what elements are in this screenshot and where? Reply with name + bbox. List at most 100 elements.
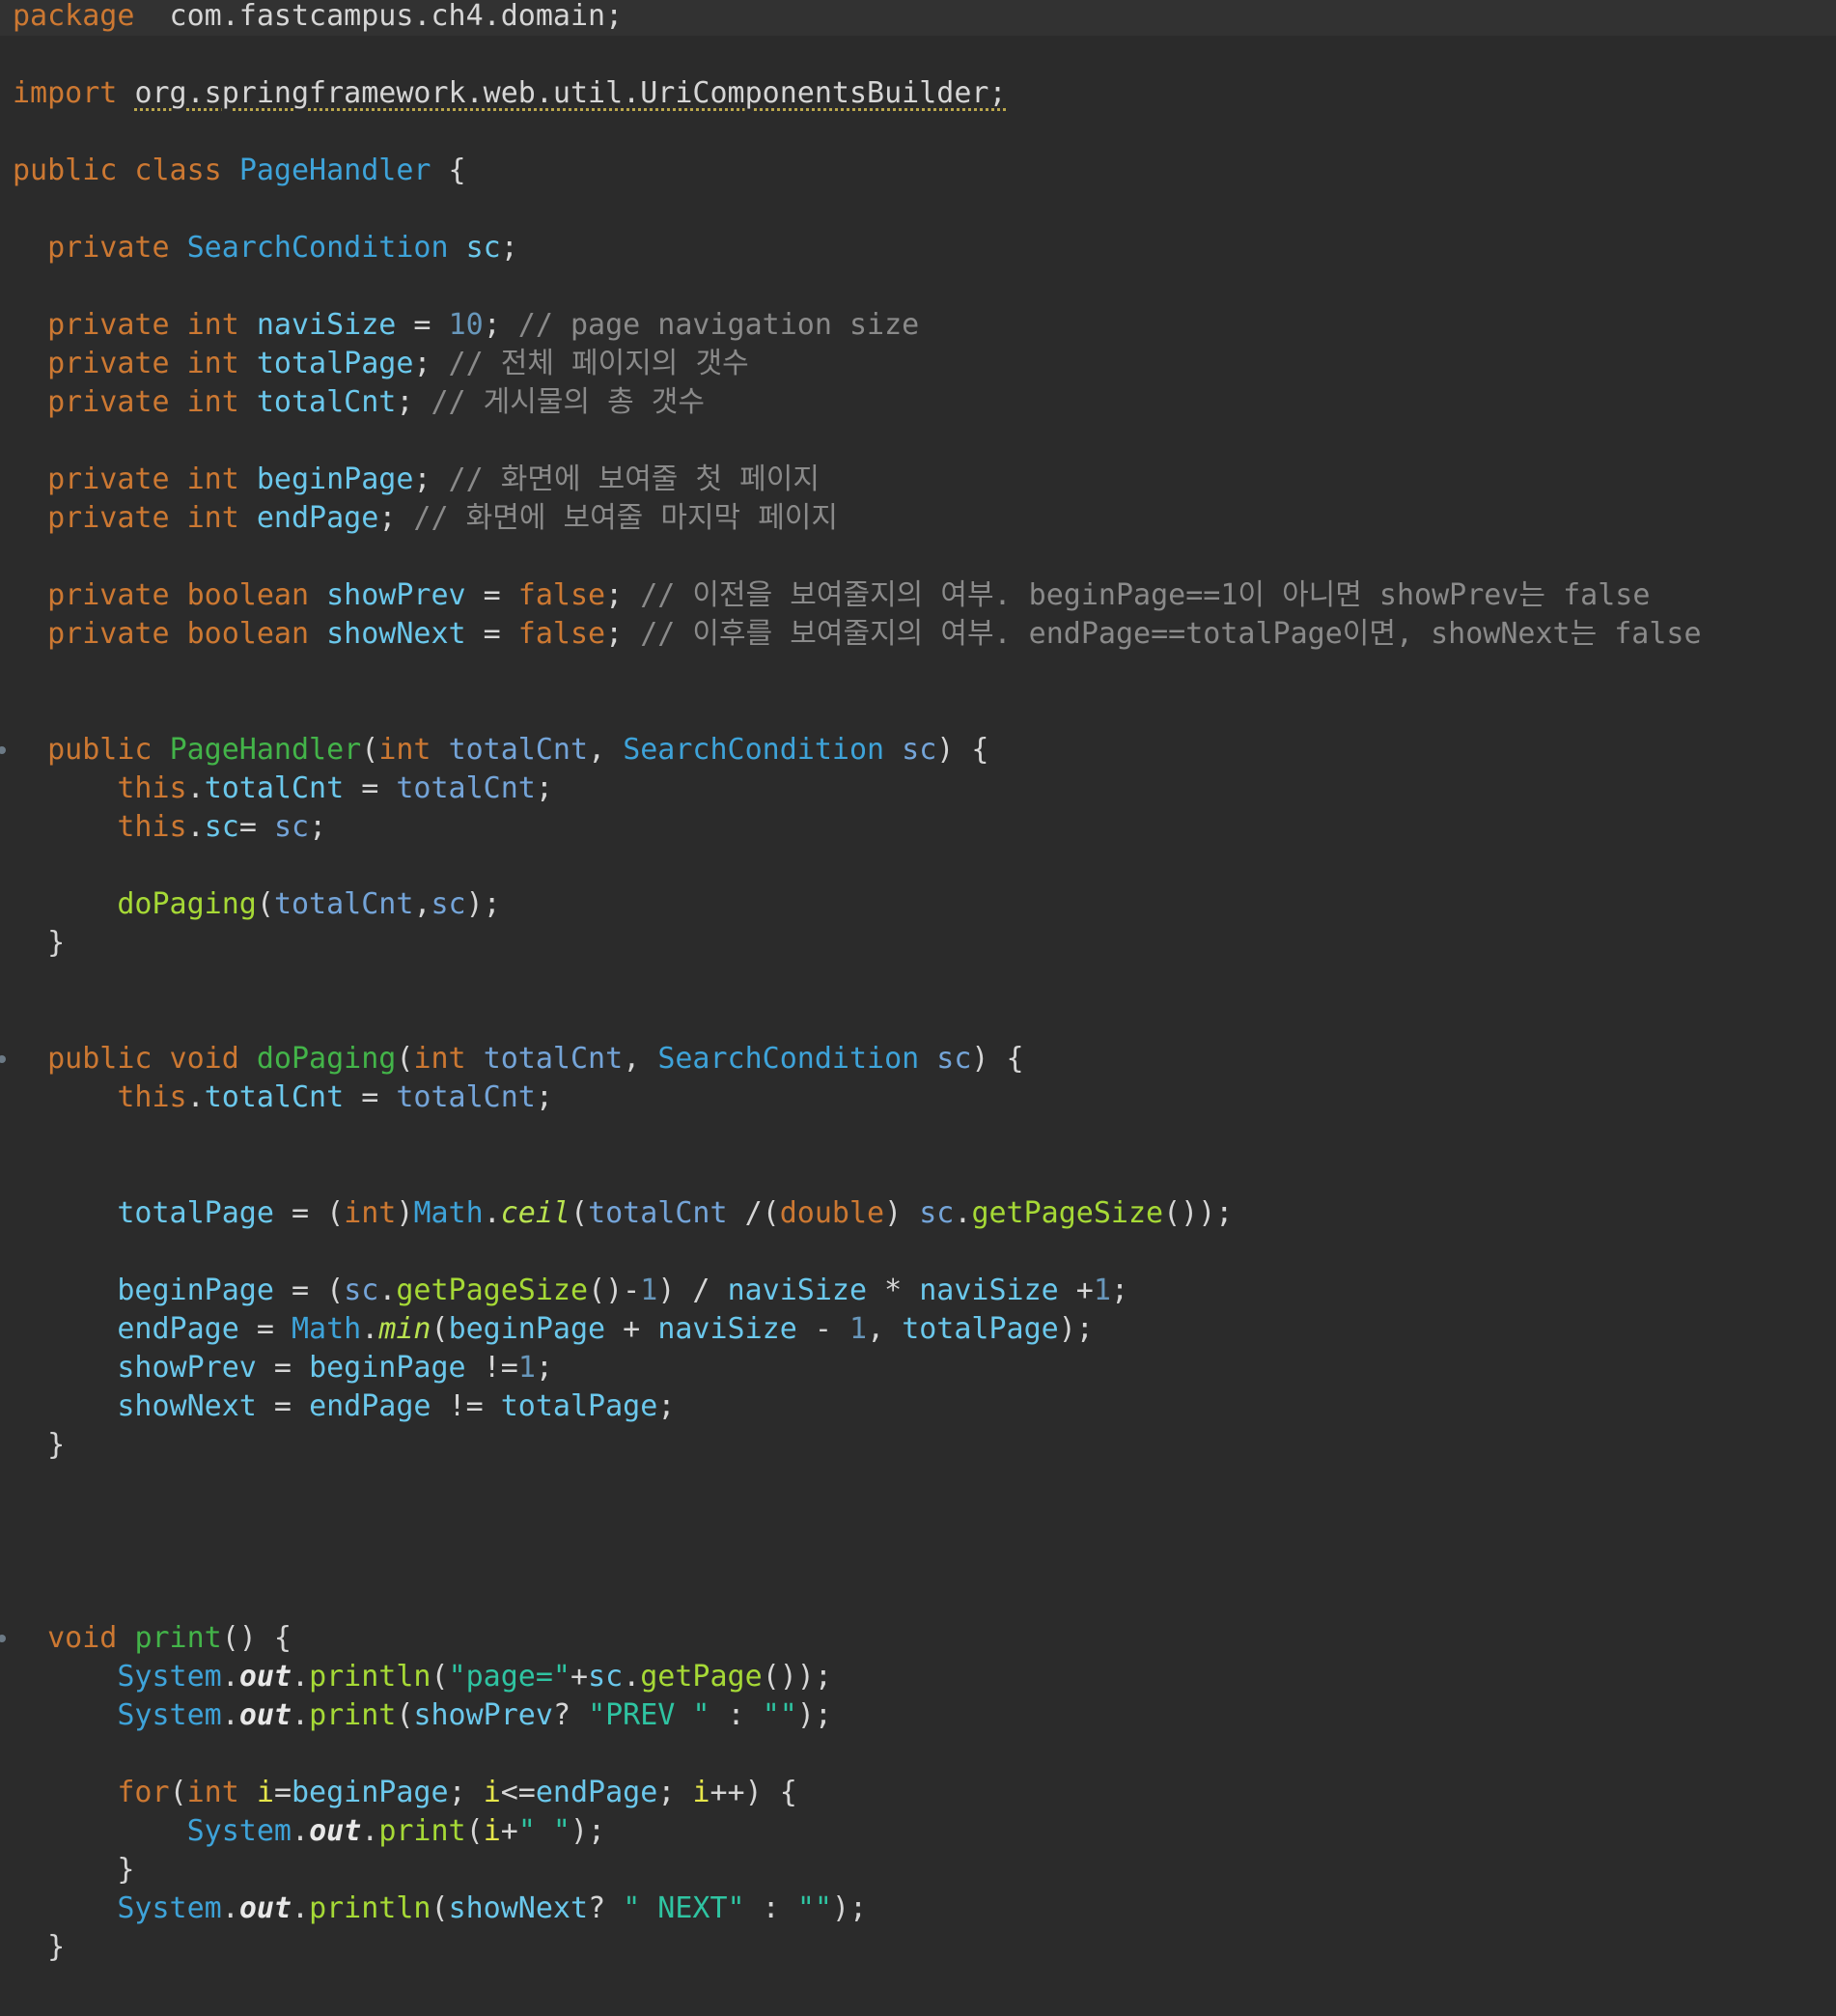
code-token: totalCnt — [273, 887, 414, 921]
code-line[interactable]: private SearchCondition sc; — [0, 229, 518, 267]
code-line[interactable] — [0, 1233, 13, 1272]
code-line[interactable]: private int beginPage; // 화면에 보여줄 첫 페이지 — [0, 461, 820, 499]
code-line[interactable]: this.totalCnt = totalCnt; — [0, 1078, 553, 1117]
code-token: . — [186, 771, 205, 805]
code-line[interactable] — [0, 692, 13, 731]
code-line[interactable]: private boolean showPrev = false; // 이전을… — [0, 576, 1650, 615]
code-token: , — [588, 733, 624, 767]
code-token: System — [117, 1698, 222, 1732]
code-line[interactable] — [0, 1581, 13, 1619]
code-token: totalCnt — [483, 1042, 624, 1076]
code-line[interactable]: } — [0, 1426, 65, 1465]
code-line[interactable] — [0, 538, 13, 576]
code-line[interactable]: } — [0, 1928, 65, 1967]
code-token: ); — [796, 1698, 832, 1732]
code-line[interactable]: showNext = endPage != totalPage; — [0, 1387, 675, 1426]
code-line[interactable] — [0, 1503, 13, 1542]
code-token: println — [309, 1891, 431, 1925]
code-token: ; — [657, 1389, 676, 1423]
code-line[interactable]: System.out.print(showPrev? "PREV " : "")… — [0, 1696, 832, 1735]
code-token: ? — [552, 1698, 589, 1732]
code-line[interactable] — [0, 1001, 13, 1040]
code-line[interactable]: } — [0, 1851, 134, 1890]
code-line[interactable]: public PageHandler(int totalCnt, SearchC… — [0, 731, 988, 770]
code-line[interactable] — [0, 422, 13, 461]
code-token: = — [238, 810, 274, 844]
code-token: ceil — [500, 1196, 570, 1230]
code-line[interactable] — [0, 1542, 13, 1581]
code-line[interactable] — [0, 1465, 13, 1503]
code-token: naviSize — [657, 1312, 797, 1346]
code-line[interactable]: totalPage = (int)Math.ceil(totalCnt /(do… — [0, 1194, 1233, 1233]
code-token: endPage — [117, 1312, 239, 1346]
code-token: // 화면에 보여줄 첫 페이지 — [431, 462, 820, 496]
code-line[interactable]: private int naviSize = 10; // page navig… — [0, 306, 919, 345]
code-line[interactable]: public class PageHandler { — [0, 152, 466, 190]
code-line[interactable] — [0, 267, 13, 306]
code-token: package — [13, 0, 135, 33]
code-token: naviSize — [256, 308, 397, 342]
code-line[interactable] — [0, 190, 13, 229]
code-line[interactable] — [0, 113, 13, 152]
code-token: ()- — [588, 1274, 641, 1307]
code-line[interactable]: System.out.println(showNext? " NEXT" : "… — [0, 1890, 867, 1928]
code-line[interactable]: public void doPaging(int totalCnt, Searc… — [0, 1040, 1023, 1078]
code-token: != — [465, 1351, 518, 1385]
code-token: public void — [47, 1042, 257, 1076]
code-token: double — [779, 1196, 885, 1230]
code-token: ( — [431, 1660, 449, 1694]
code-token: - — [796, 1312, 849, 1346]
code-token: . — [361, 1814, 379, 1848]
code-token: out — [309, 1814, 362, 1848]
code-line[interactable]: System.out.println("page="+sc.getPage())… — [0, 1658, 832, 1696]
code-token: "PREV " — [588, 1698, 710, 1732]
code-line[interactable]: private boolean showNext = false; // 이후를… — [0, 615, 1701, 654]
code-token: = ( — [273, 1274, 345, 1307]
code-line[interactable] — [0, 1735, 13, 1774]
code-line[interactable]: } — [0, 924, 65, 963]
code-line[interactable]: beginPage = (sc.getPageSize()-1) / naviS… — [0, 1272, 1128, 1310]
code-token: private boolean — [47, 578, 327, 612]
code-line[interactable]: endPage = Math.min(beginPage + naviSize … — [0, 1310, 1094, 1349]
code-token: ); — [1058, 1312, 1094, 1346]
code-line[interactable] — [0, 36, 13, 74]
code-token: showNext — [448, 1891, 589, 1925]
code-line[interactable]: showPrev = beginPage !=1; — [0, 1349, 553, 1387]
code-token: public — [47, 733, 170, 767]
code-line[interactable]: System.out.print(i+" "); — [0, 1812, 606, 1851]
code-line[interactable] — [0, 847, 13, 885]
code-token: = — [256, 1389, 310, 1423]
code-line[interactable] — [0, 963, 13, 1001]
code-token: totalPage — [256, 347, 414, 380]
code-line[interactable]: void print() { — [0, 1619, 292, 1658]
code-token: } — [13, 1853, 135, 1887]
code-line[interactable] — [0, 1156, 13, 1194]
code-editor[interactable]: package com.fastcampus.ch4.domain; import… — [0, 0, 1836, 2016]
code-token: . — [292, 1891, 310, 1925]
code-line[interactable]: private int endPage; // 화면에 보여줄 마지막 페이지 — [0, 499, 838, 538]
code-line[interactable]: for(int i=beginPage; i<=endPage; i++) { — [0, 1774, 796, 1812]
code-line[interactable] — [0, 1117, 13, 1156]
code-line[interactable]: private int totalCnt; // 게시물의 총 갯수 — [0, 383, 705, 422]
code-line[interactable]: private int totalPage; // 전체 페이지의 갯수 — [0, 345, 749, 383]
code-token: // page navigation size — [500, 308, 920, 342]
code-token: sc — [588, 1660, 624, 1694]
code-line[interactable]: this.sc= sc; — [0, 808, 326, 847]
code-line[interactable]: doPaging(totalCnt,sc); — [0, 885, 500, 924]
code-line[interactable]: this.totalCnt = totalCnt; — [0, 770, 553, 808]
code-token: out — [238, 1891, 292, 1925]
code-token: i — [256, 1776, 274, 1809]
code-line[interactable]: package com.fastcampus.ch4.domain; — [0, 0, 623, 36]
code-line[interactable]: import org.springframework.web.util.UriC… — [0, 74, 1007, 113]
code-token: . — [221, 1891, 239, 1925]
code-token: . — [221, 1660, 239, 1694]
code-token: private int — [47, 462, 257, 496]
code-token: . — [954, 1196, 972, 1230]
code-token: , — [413, 887, 431, 921]
code-line[interactable] — [0, 654, 13, 692]
code-token: . — [483, 1196, 501, 1230]
code-token: private boolean — [47, 617, 327, 651]
